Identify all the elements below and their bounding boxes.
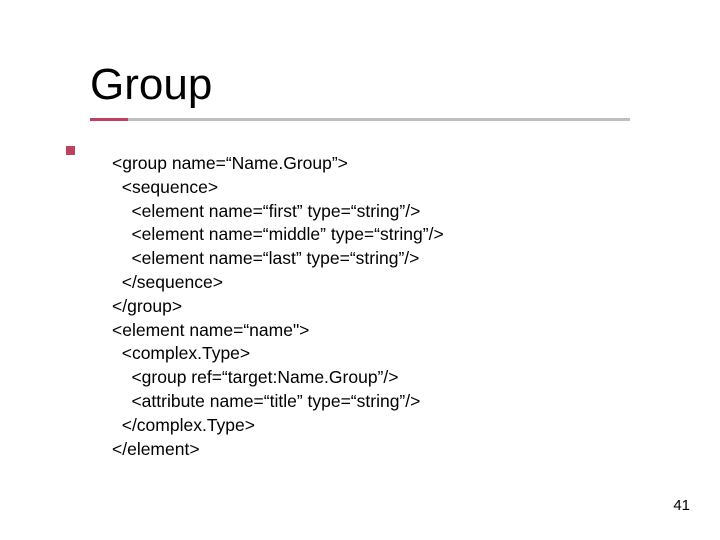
code-line: <complex.Type>	[112, 343, 250, 363]
underline-accent	[90, 118, 128, 121]
code-block: <group name=“Name.Group”> <sequence> <el…	[112, 152, 720, 461]
code-line: <element name=“last” type=“string”/>	[112, 248, 419, 268]
code-line: </complex.Type>	[112, 415, 255, 435]
code-line: <attribute name=“title” type=“string”/>	[112, 391, 420, 411]
code-line: </sequence>	[112, 272, 223, 292]
code-line: <group name=“Name.Group”>	[112, 153, 348, 173]
code-line: <element name=“first” type=“string”/>	[112, 201, 420, 221]
slide-title: Group	[90, 60, 720, 118]
code-line: </element>	[112, 439, 200, 459]
code-line: </group>	[112, 296, 182, 316]
code-line: <element name=“name">	[112, 320, 309, 340]
underline-grey	[90, 118, 630, 121]
slide: Group <group name=“Name.Group”> <sequenc…	[0, 0, 720, 540]
title-underline	[90, 118, 630, 122]
bullet-square-icon	[66, 146, 75, 155]
code-line: <element name=“middle” type=“string”/>	[112, 224, 444, 244]
code-line: <sequence>	[112, 177, 218, 197]
title-wrap: Group	[90, 60, 720, 122]
code-line: <group ref=“target:Name.Group”/>	[112, 367, 398, 387]
page-number: 41	[673, 497, 690, 514]
